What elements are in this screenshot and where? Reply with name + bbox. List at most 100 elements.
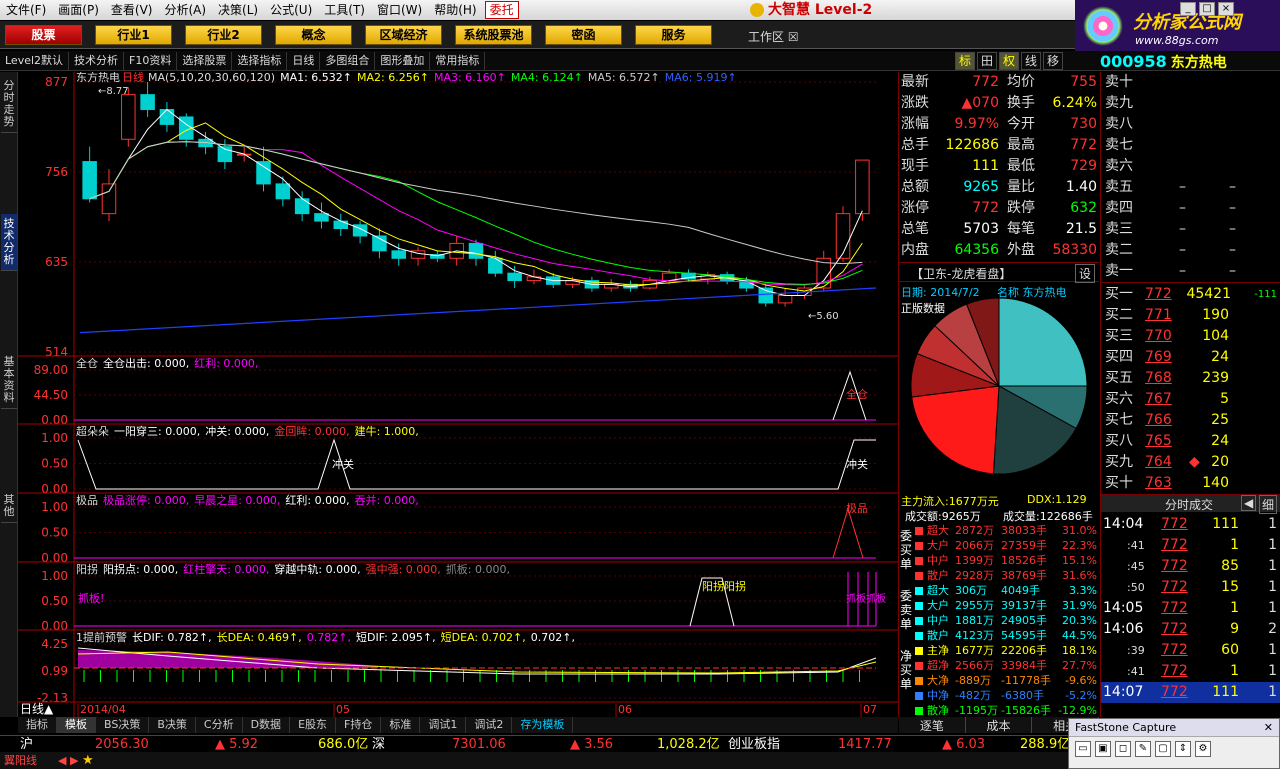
bottom-tab-3[interactable]: B决策 [149, 717, 196, 733]
tick-row[interactable]: :45 772 85 1 [1101, 556, 1280, 577]
arrow-right-icon[interactable]: ▶ [70, 752, 78, 769]
nav-button-6[interactable]: 密函 [545, 25, 622, 45]
capture-window-icon[interactable]: ▭ [1075, 741, 1091, 757]
bottom-tab-1[interactable]: 模板 [57, 717, 96, 733]
sell-row[interactable]: 卖一 – – [1101, 261, 1280, 282]
nav-button-1[interactable]: 行业1 [95, 25, 172, 45]
toolbar-toggle-4[interactable]: 移 [1043, 51, 1063, 70]
nav-button-2[interactable]: 行业2 [185, 25, 262, 45]
sell-row[interactable]: 卖七 [1101, 135, 1280, 156]
buy-row[interactable]: 买七 766 25 [1101, 410, 1280, 431]
buy-row[interactable]: 买二 771 190 [1101, 305, 1280, 326]
maximize-icon[interactable]: □ [1199, 2, 1215, 16]
tick-row[interactable]: 14:07 772 111 1 [1101, 682, 1280, 703]
capture-rect-icon[interactable]: ◻ [1115, 741, 1131, 757]
left-tab-2[interactable]: 基本资料 [1, 352, 17, 409]
toolbar-item-0[interactable]: Level2默认 [0, 51, 70, 70]
sell-row[interactable]: 卖九 [1101, 93, 1280, 114]
toolbar-item-7[interactable]: 图形叠加 [375, 51, 431, 70]
capture-object-icon[interactable]: ▣ [1095, 741, 1111, 757]
left-tab-3[interactable]: 其他 [1, 490, 17, 523]
left-tab-1[interactable]: 技术分析 [1, 214, 17, 271]
toolbar-item-5[interactable]: 日线 [287, 51, 321, 70]
nav-button-5[interactable]: 系统股票池 [455, 25, 532, 45]
toolbar-item-4[interactable]: 选择指标 [232, 51, 288, 70]
toolbar-toggle-2[interactable]: 权 [999, 51, 1019, 70]
sell-row[interactable]: 卖六 [1101, 156, 1280, 177]
tick-row[interactable]: :50 772 15 1 [1101, 577, 1280, 598]
weituo-button[interactable]: 委托 [484, 1, 519, 19]
buy-row[interactable]: 买六 767 5 [1101, 389, 1280, 410]
buy-row[interactable]: 买十 763 140 [1101, 473, 1280, 494]
faststone-capture-window[interactable]: FastStone Capture ✕ ▭ ▣ ◻ ✎ ▢ ⇕ ⚙ [1068, 718, 1280, 769]
nav-button-4[interactable]: 区域经济 [365, 25, 442, 45]
menu-item-0[interactable]: 文件(F) [0, 0, 52, 20]
toolbar-toggle-0[interactable]: 标 [955, 51, 975, 70]
menu-item-7[interactable]: 窗口(W) [371, 0, 428, 20]
bottom-tab-5[interactable]: D数据 [243, 717, 291, 733]
tick-row[interactable]: :41 772 1 1 [1101, 535, 1280, 556]
sell-row[interactable]: 卖十 [1101, 72, 1280, 93]
bottom-tab-0[interactable]: 指标 [18, 717, 57, 733]
toolbar-item-6[interactable]: 多图组合 [320, 51, 376, 70]
bottom-tab-11[interactable]: 存为模板 [512, 717, 574, 733]
menu-item-5[interactable]: 公式(U) [264, 0, 318, 20]
menu-item-3[interactable]: 分析(A) [158, 0, 212, 20]
toolbar-item-8[interactable]: 常用指标 [430, 51, 486, 70]
bottom-tab-8[interactable]: 标准 [381, 717, 421, 733]
buy-row[interactable]: 买九 764 20 ◆ [1101, 452, 1280, 473]
toolbar-item-3[interactable]: 选择股票 [177, 51, 233, 70]
arrow-left-icon[interactable]: ◀ [58, 752, 66, 769]
star-icon[interactable]: ★ [82, 752, 94, 769]
sell-row[interactable]: 卖二 – – [1101, 240, 1280, 261]
workarea-label[interactable]: 工作区 ☒ [748, 28, 799, 45]
buy-row[interactable]: 买八 765 24 [1101, 431, 1280, 452]
close-icon[interactable]: ✕ [1264, 721, 1273, 734]
nav-button-0[interactable]: 股票 [5, 25, 82, 45]
buy-row[interactable]: 买四 769 24 [1101, 347, 1280, 368]
menu-item-1[interactable]: 画面(P) [52, 0, 105, 20]
menu-item-2[interactable]: 查看(V) [105, 0, 159, 20]
ticks-prev-button[interactable]: ◀ [1241, 495, 1257, 511]
nav-button-3[interactable]: 概念 [275, 25, 352, 45]
tick-row[interactable]: :41 772 1 1 [1101, 661, 1280, 682]
menu-item-6[interactable]: 工具(T) [318, 0, 371, 20]
toolbar-item-1[interactable]: 技术分析 [69, 51, 125, 70]
bottom-tab-10[interactable]: 调试2 [466, 717, 513, 733]
tick-row[interactable]: 14:05 772 1 1 [1101, 598, 1280, 619]
sell-row[interactable]: 卖三 – – [1101, 219, 1280, 240]
capture-full-icon[interactable]: ▢ [1155, 741, 1171, 757]
bottom-tab-2[interactable]: BS决策 [96, 717, 150, 733]
buy-row[interactable]: 买一 772 45421 -111 [1101, 284, 1280, 305]
dragon-settings-button[interactable]: 设 [1074, 264, 1095, 283]
close-icon[interactable]: ☒ [788, 30, 799, 44]
toolbar-item-2[interactable]: F10资料 [124, 51, 178, 70]
bottom-tab-4[interactable]: C分析 [196, 717, 243, 733]
sell-row[interactable]: 卖四 – – [1101, 198, 1280, 219]
minimize-icon[interactable]: _ [1180, 2, 1196, 16]
tick-row[interactable]: 14:04 772 111 1 [1101, 514, 1280, 535]
capture-free-icon[interactable]: ✎ [1135, 741, 1151, 757]
bottom-tab-7[interactable]: F持仓 [336, 717, 382, 733]
ticks-detail-button[interactable]: 细 [1258, 495, 1277, 514]
settings-icon[interactable]: ⚙ [1195, 741, 1211, 757]
left-tab-0[interactable]: 分时走势 [1, 76, 17, 133]
tick-row[interactable]: 14:06 772 9 2 [1101, 619, 1280, 640]
bottom-tab-6[interactable]: E股东 [290, 717, 337, 733]
sell-row[interactable]: 卖八 [1101, 114, 1280, 135]
bottom-tab-9[interactable]: 调试1 [420, 717, 467, 733]
buy-row[interactable]: 买五 768 239 [1101, 368, 1280, 389]
toolbar-toggle-1[interactable]: 田 [977, 51, 997, 70]
kline-chart[interactable]: 东方热电 日线 MA(5,10,20,30,60,120) MA1: 6.532↑ MA… [18, 72, 898, 717]
close-icon[interactable]: × [1218, 2, 1234, 16]
sell-row[interactable]: 卖五 – – [1101, 177, 1280, 198]
toolbar-toggle-3[interactable]: 线 [1021, 51, 1041, 70]
nav-button-7[interactable]: 服务 [635, 25, 712, 45]
capture-scroll-icon[interactable]: ⇕ [1175, 741, 1191, 757]
right-bottom-tab-0[interactable]: 逐笔 [899, 717, 966, 733]
right-bottom-tab-1[interactable]: 成本 [966, 717, 1033, 733]
menu-item-8[interactable]: 帮助(H) [428, 0, 482, 20]
buy-row[interactable]: 买三 770 104 [1101, 326, 1280, 347]
tick-row[interactable]: :39 772 60 1 [1101, 640, 1280, 661]
menu-item-4[interactable]: 决策(L) [212, 0, 264, 20]
